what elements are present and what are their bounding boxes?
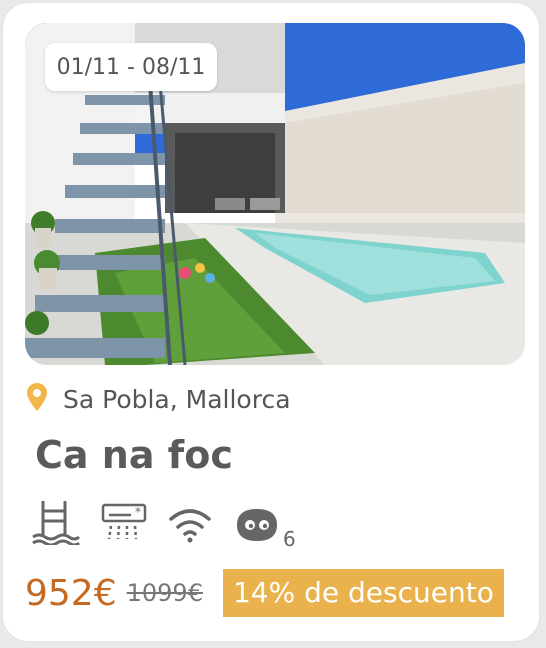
listing-card[interactable]: 01/11 - 08/11 Sa Pobla, Mallorca Ca na f… xyxy=(2,2,540,642)
amenities-row: * 6 xyxy=(31,499,301,551)
price-row: 952€ 1099€ 14% de descuento xyxy=(25,569,504,617)
guests-icon: 6 xyxy=(233,505,296,551)
pool-ladder-icon xyxy=(31,499,81,549)
listing-title[interactable]: Ca na foc xyxy=(35,433,233,477)
map-pin-icon xyxy=(27,383,47,415)
location-text: Sa Pobla, Mallorca xyxy=(63,384,291,414)
original-price: 1099€ xyxy=(126,579,203,607)
current-price: 952€ xyxy=(25,572,117,614)
date-range-badge: 01/11 - 08/11 xyxy=(45,43,217,91)
air-conditioner-icon: * xyxy=(101,499,147,549)
wifi-icon xyxy=(167,505,213,549)
location-row: Sa Pobla, Mallorca xyxy=(27,383,291,415)
discount-badge: 14% de descuento xyxy=(222,569,504,617)
svg-text:*: * xyxy=(135,505,141,519)
guests-count: 6 xyxy=(283,527,296,551)
